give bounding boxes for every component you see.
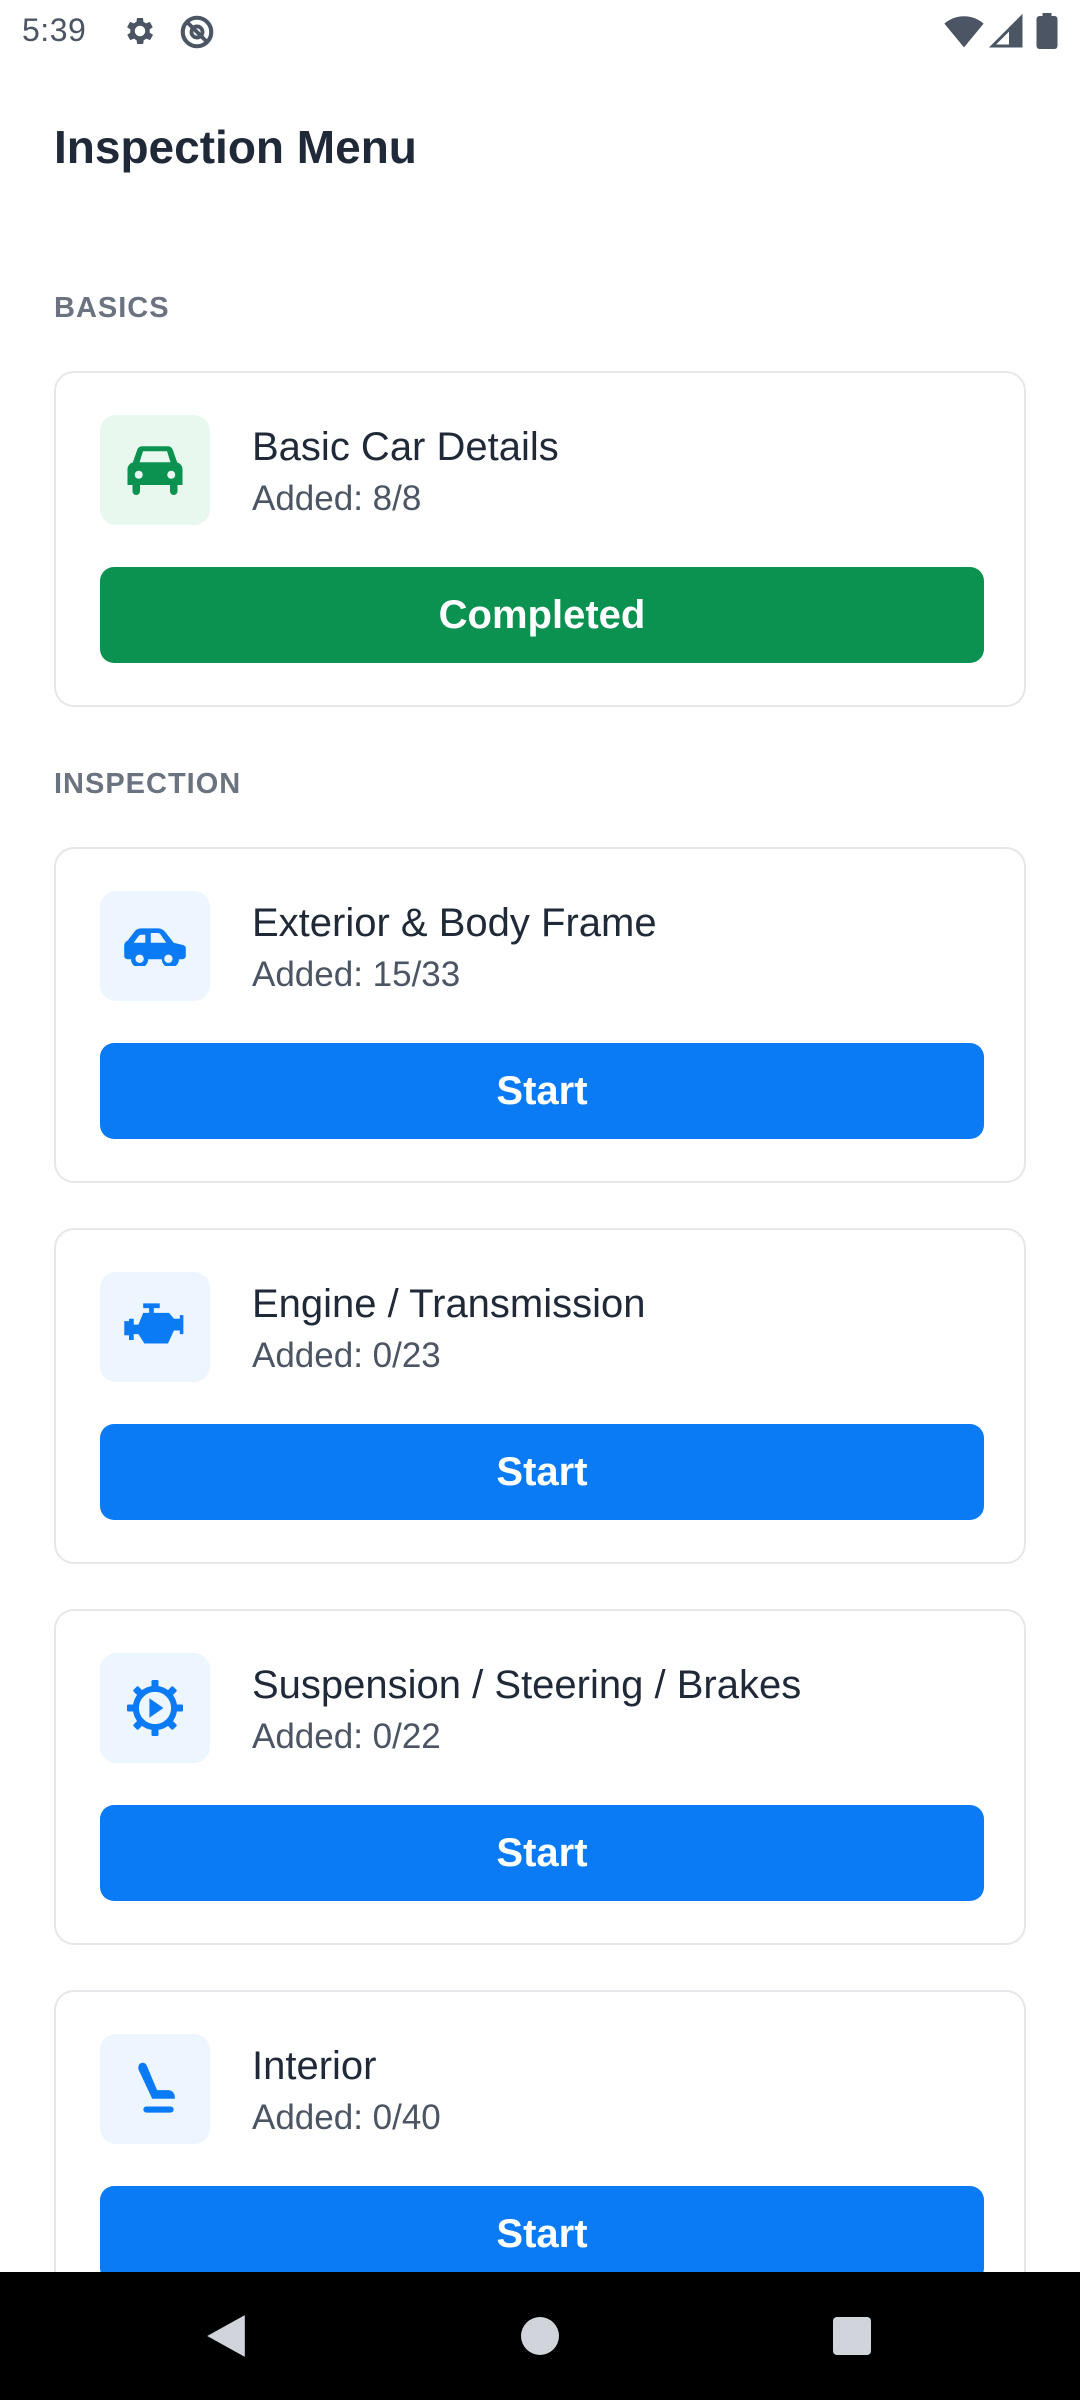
card-engine-transmission: Engine / Transmission Added: 0/23 Start <box>54 1228 1026 1564</box>
start-button[interactable]: Start <box>100 2186 984 2282</box>
start-button[interactable]: Start <box>100 1805 984 1901</box>
gear-icon <box>122 13 158 49</box>
car-side-icon <box>100 891 210 1001</box>
card-progress-text: Added: 0/40 <box>252 2098 441 2137</box>
back-icon[interactable] <box>156 2272 296 2400</box>
section-label-inspection: INSPECTION <box>54 768 242 800</box>
wifi-icon <box>944 13 984 49</box>
completed-button[interactable]: Completed <box>100 567 984 663</box>
card-basic-car-details: Basic Car Details Added: 8/8 Completed <box>54 371 1026 707</box>
card-title: Suspension / Steering / Brakes <box>252 1663 802 1707</box>
card-progress-text: Added: 8/8 <box>252 479 422 518</box>
card-suspension-steering-brakes: Suspension / Steering / Brakes Added: 0/… <box>54 1609 1026 1945</box>
at-sign-icon <box>178 13 214 49</box>
section-label-basics: BASICS <box>54 292 170 324</box>
card-title: Exterior & Body Frame <box>252 901 657 945</box>
card-title: Basic Car Details <box>252 425 559 469</box>
car-seat-icon <box>100 2034 210 2144</box>
page-title: Inspection Menu <box>54 121 417 173</box>
home-icon[interactable] <box>470 2272 610 2400</box>
signal-icon <box>988 13 1024 49</box>
card-progress-text: Added: 15/33 <box>252 955 461 994</box>
card-progress-text: Added: 0/23 <box>252 1336 441 1375</box>
navigation-bar <box>0 2272 1080 2400</box>
recents-icon[interactable] <box>782 2272 922 2400</box>
start-button[interactable]: Start <box>100 1424 984 1520</box>
engine-icon <box>100 1272 210 1382</box>
card-title: Interior <box>252 2044 377 2088</box>
card-title: Engine / Transmission <box>252 1282 646 1326</box>
car-front-icon <box>100 415 210 525</box>
card-progress-text: Added: 0/22 <box>252 1717 441 1756</box>
card-exterior-body-frame: Exterior & Body Frame Added: 15/33 Start <box>54 847 1026 1183</box>
steering-wheel-icon <box>100 1653 210 1763</box>
battery-icon <box>1036 13 1072 49</box>
status-time: 5:39 <box>22 12 87 48</box>
status-bar: 5:39 <box>0 0 1080 64</box>
start-button[interactable]: Start <box>100 1043 984 1139</box>
